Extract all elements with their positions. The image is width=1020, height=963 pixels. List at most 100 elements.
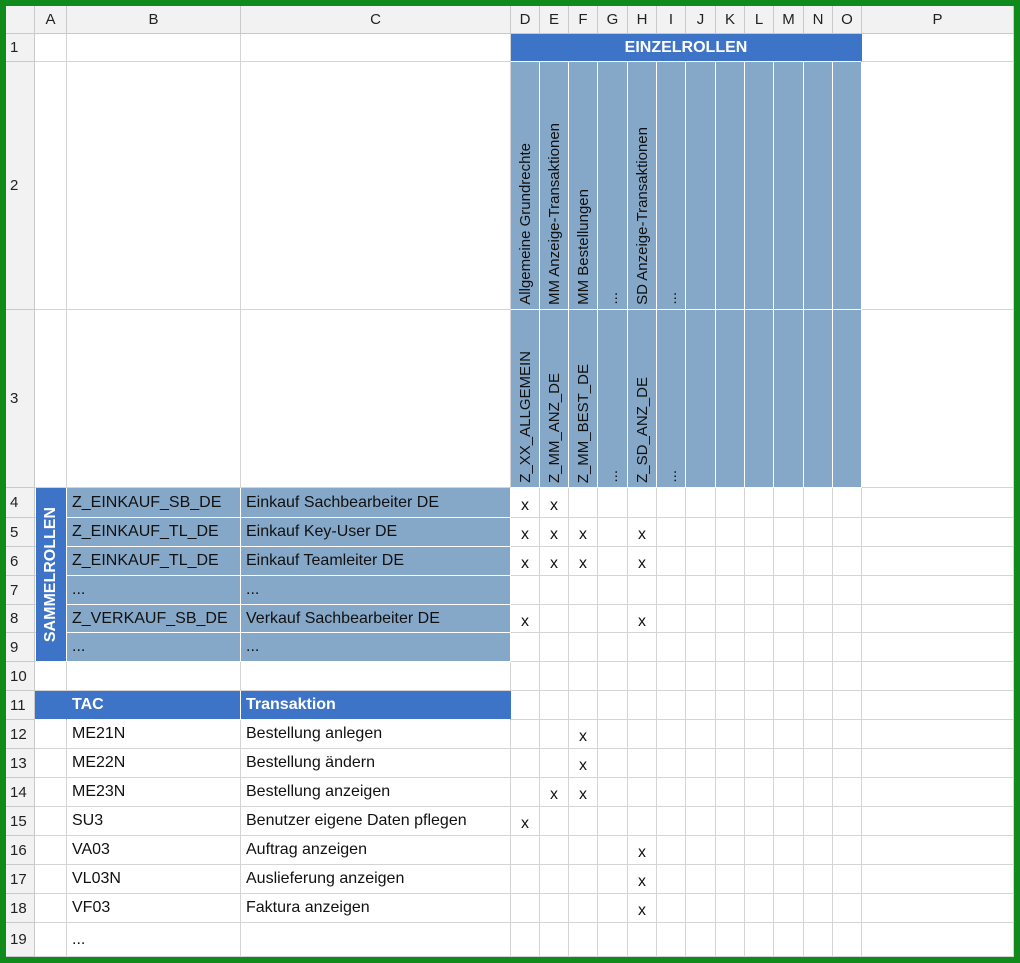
grid-cell[interactable] xyxy=(686,488,716,518)
grid-cell[interactable] xyxy=(628,576,657,605)
grid-cell[interactable] xyxy=(686,633,716,662)
grid-cell[interactable] xyxy=(804,662,833,691)
role-id-cell[interactable] xyxy=(745,310,774,488)
role-name-cell[interactable] xyxy=(833,62,862,310)
grid-cell[interactable] xyxy=(716,836,745,865)
grid-cell[interactable] xyxy=(716,749,745,778)
grid-cell[interactable] xyxy=(745,923,774,957)
transaktion-column-header[interactable]: Transaktion xyxy=(241,691,511,720)
transaction-name[interactable]: Auslieferung anzeigen xyxy=(241,865,511,894)
role-id-cell[interactable]: Z_XX_ALLGEMEIN xyxy=(511,310,540,488)
grid-cell[interactable] xyxy=(716,518,745,547)
transaction-code[interactable]: ... xyxy=(67,923,241,957)
grid-cell[interactable] xyxy=(833,547,862,576)
grid-cell[interactable] xyxy=(35,310,67,488)
row-header-1[interactable]: 1 xyxy=(6,34,35,62)
grid-cell[interactable] xyxy=(716,547,745,576)
grid-cell[interactable] xyxy=(833,691,862,720)
grid-cell[interactable] xyxy=(745,518,774,547)
assignment-mark[interactable]: x xyxy=(511,605,540,633)
column-header-i[interactable]: I xyxy=(657,6,686,34)
grid-cell[interactable] xyxy=(569,488,598,518)
column-header-f[interactable]: F xyxy=(569,6,598,34)
grid-cell[interactable] xyxy=(774,807,804,836)
grid-cell[interactable] xyxy=(686,865,716,894)
grid-cell[interactable] xyxy=(35,894,67,923)
sammelrollen-label[interactable]: SAMMELROLLEN xyxy=(36,488,67,662)
grid-cell[interactable] xyxy=(774,691,804,720)
grid-cell[interactable] xyxy=(67,310,241,488)
grid-cell[interactable] xyxy=(241,62,511,310)
role-name-cell[interactable] xyxy=(716,62,745,310)
row-header-13[interactable]: 13 xyxy=(6,749,35,778)
grid-cell[interactable] xyxy=(833,778,862,807)
grid-cell[interactable] xyxy=(569,807,598,836)
grid-cell[interactable] xyxy=(657,662,686,691)
grid-cell[interactable] xyxy=(569,836,598,865)
grid-cell[interactable] xyxy=(774,720,804,749)
assignment-mark[interactable]: x xyxy=(569,778,598,807)
row-header-5[interactable]: 5 xyxy=(6,518,35,547)
grid-cell[interactable] xyxy=(657,691,686,720)
grid-cell[interactable] xyxy=(745,605,774,633)
grid-cell[interactable] xyxy=(67,62,241,310)
grid-cell[interactable] xyxy=(511,662,540,691)
grid-cell[interactable] xyxy=(628,807,657,836)
grid-cell[interactable] xyxy=(833,662,862,691)
transaction-code[interactable]: VF03 xyxy=(67,894,241,923)
grid-cell[interactable] xyxy=(511,865,540,894)
column-header-c[interactable]: C xyxy=(241,6,511,34)
grid-cell[interactable] xyxy=(804,894,833,923)
grid-cell[interactable] xyxy=(628,923,657,957)
row-header-14[interactable]: 14 xyxy=(6,778,35,807)
row-header-19[interactable]: 19 xyxy=(6,923,35,957)
grid-cell[interactable] xyxy=(862,749,1014,778)
grid-cell[interactable] xyxy=(833,749,862,778)
grid-cell[interactable] xyxy=(598,865,628,894)
grid-cell[interactable] xyxy=(628,633,657,662)
role-name-cell[interactable] xyxy=(774,62,804,310)
role-id-cell[interactable]: Z_MM_ANZ_DE xyxy=(540,310,569,488)
grid-cell[interactable] xyxy=(686,662,716,691)
grid-cell[interactable] xyxy=(833,865,862,894)
grid-cell[interactable] xyxy=(716,662,745,691)
grid-cell[interactable] xyxy=(833,488,862,518)
grid-cell[interactable] xyxy=(745,662,774,691)
grid-cell[interactable] xyxy=(511,836,540,865)
grid-cell[interactable] xyxy=(35,34,67,62)
grid-cell[interactable] xyxy=(862,518,1014,547)
grid-cell[interactable] xyxy=(716,894,745,923)
grid-cell[interactable] xyxy=(862,62,1014,310)
row-header-8[interactable]: 8 xyxy=(6,605,35,633)
grid-cell[interactable] xyxy=(657,605,686,633)
grid-cell[interactable] xyxy=(745,547,774,576)
grid-cell[interactable] xyxy=(745,720,774,749)
role-name-cell[interactable] xyxy=(745,62,774,310)
grid-cell[interactable] xyxy=(716,807,745,836)
role-name-cell[interactable] xyxy=(686,62,716,310)
grid-cell[interactable] xyxy=(862,662,1014,691)
grid-cell[interactable] xyxy=(628,749,657,778)
grid-cell[interactable] xyxy=(35,749,67,778)
grid-cell[interactable] xyxy=(745,576,774,605)
grid-cell[interactable] xyxy=(657,720,686,749)
composite-role-id[interactable]: Z_VERKAUF_SB_DE xyxy=(67,605,241,633)
grid-cell[interactable] xyxy=(862,720,1014,749)
grid-cell[interactable] xyxy=(540,865,569,894)
grid-cell[interactable] xyxy=(598,778,628,807)
grid-cell[interactable] xyxy=(511,778,540,807)
column-header-j[interactable]: J xyxy=(686,6,716,34)
assignment-mark[interactable]: x xyxy=(540,488,569,518)
column-header-n[interactable]: N xyxy=(804,6,833,34)
grid-cell[interactable] xyxy=(511,633,540,662)
grid-cell[interactable] xyxy=(774,923,804,957)
grid-cell[interactable] xyxy=(67,34,241,62)
composite-role-desc[interactable]: Verkauf Sachbearbeiter DE xyxy=(241,605,511,633)
grid-cell[interactable] xyxy=(862,576,1014,605)
grid-cell[interactable] xyxy=(833,836,862,865)
grid-cell[interactable] xyxy=(862,691,1014,720)
grid-cell[interactable] xyxy=(774,518,804,547)
grid-cell[interactable] xyxy=(833,720,862,749)
grid-cell[interactable] xyxy=(862,807,1014,836)
grid-cell[interactable] xyxy=(540,720,569,749)
